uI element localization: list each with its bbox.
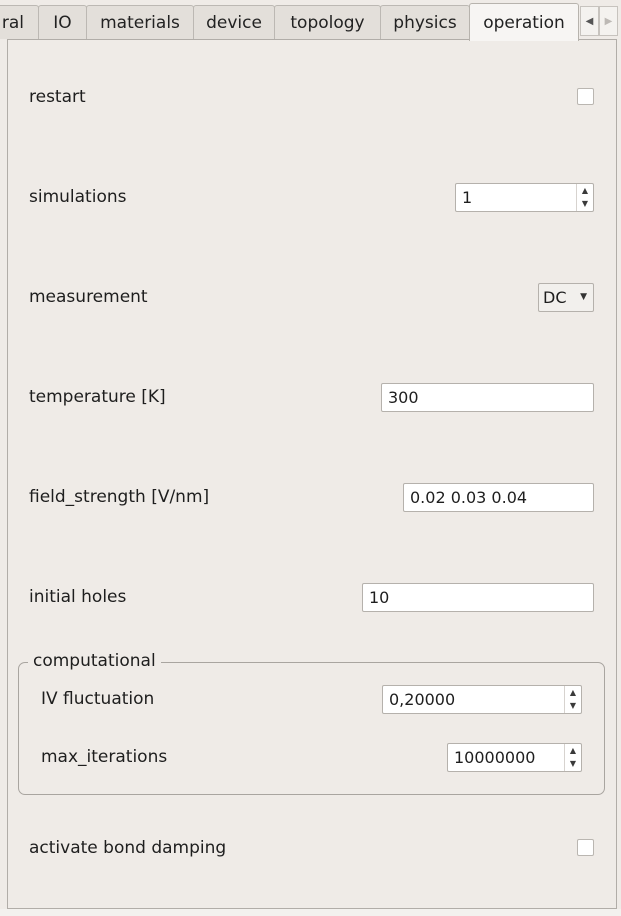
temperature-label: temperature [K]: [29, 387, 166, 407]
tab-label: physics: [393, 12, 457, 33]
triangle-right-icon: ▶: [604, 15, 613, 27]
tab-general[interactable]: ral: [0, 5, 39, 39]
tab-label: topology: [290, 12, 365, 33]
field-strength-input[interactable]: 0.02 0.03 0.04: [403, 483, 594, 512]
spin-down-icon[interactable]: ▼: [565, 699, 581, 712]
initial-holes-input[interactable]: 10: [362, 583, 594, 612]
tab-label: device: [206, 12, 262, 33]
spin-down-icon[interactable]: ▼: [577, 197, 593, 210]
panel-bottom-edge: [0, 909, 621, 916]
temperature-input[interactable]: 300: [381, 383, 594, 412]
spin-buttons: ▲ ▼: [564, 686, 581, 713]
spin-buttons: ▲ ▼: [576, 184, 593, 211]
tab-label: operation: [483, 12, 565, 33]
computational-groupbox: [18, 662, 605, 795]
max-iterations-label: max_iterations: [41, 747, 168, 767]
max-iterations-spinbox[interactable]: 10000000 ▲ ▼: [447, 743, 582, 772]
chevron-down-icon: ▼: [580, 292, 587, 302]
tab-label: IO: [53, 12, 72, 33]
tab-label: materials: [100, 12, 180, 33]
triangle-left-icon: ◀: [585, 15, 594, 27]
iv-fluctuation-spinbox[interactable]: 0,20000 ▲ ▼: [382, 685, 582, 714]
tab-materials[interactable]: materials: [86, 5, 194, 39]
window: ral IO materials device topology physics…: [0, 0, 621, 916]
tab-scroll-right-button[interactable]: ▶: [599, 6, 618, 36]
restart-label: restart: [29, 87, 86, 107]
simulations-spinbox[interactable]: 1 ▲ ▼: [455, 183, 594, 212]
tab-bar: ral IO materials device topology physics…: [0, 0, 621, 41]
simulations-value: 1: [462, 188, 473, 207]
restart-checkbox[interactable]: [577, 88, 594, 105]
iv-fluctuation-label: IV fluctuation: [41, 689, 155, 709]
initial-holes-label: initial holes: [29, 587, 127, 607]
bond-damping-label: activate bond damping: [29, 838, 227, 858]
spin-buttons: ▲ ▼: [564, 744, 581, 771]
tab-label: ral: [1, 12, 24, 33]
field-strength-label: field_strength [V/nm]: [29, 487, 210, 507]
spin-up-icon[interactable]: ▲: [565, 744, 581, 757]
iv-fluctuation-value: 0,20000: [389, 690, 456, 709]
measurement-value: DC: [543, 288, 567, 307]
tab-physics[interactable]: physics: [380, 5, 470, 39]
tab-topology[interactable]: topology: [274, 5, 381, 39]
tab-io[interactable]: IO: [38, 5, 87, 39]
spin-down-icon[interactable]: ▼: [565, 757, 581, 770]
tab-operation[interactable]: operation: [469, 3, 579, 41]
max-iterations-value: 10000000: [454, 748, 536, 767]
spin-up-icon[interactable]: ▲: [577, 184, 593, 197]
measurement-dropdown[interactable]: DC ▼: [538, 283, 594, 312]
computational-group-title: computational: [28, 651, 161, 671]
tab-device[interactable]: device: [193, 5, 275, 39]
spin-up-icon[interactable]: ▲: [565, 686, 581, 699]
tab-scroll-left-button[interactable]: ◀: [580, 6, 599, 36]
measurement-label: measurement: [29, 287, 148, 307]
bond-damping-checkbox[interactable]: [577, 839, 594, 856]
simulations-label: simulations: [29, 187, 127, 207]
